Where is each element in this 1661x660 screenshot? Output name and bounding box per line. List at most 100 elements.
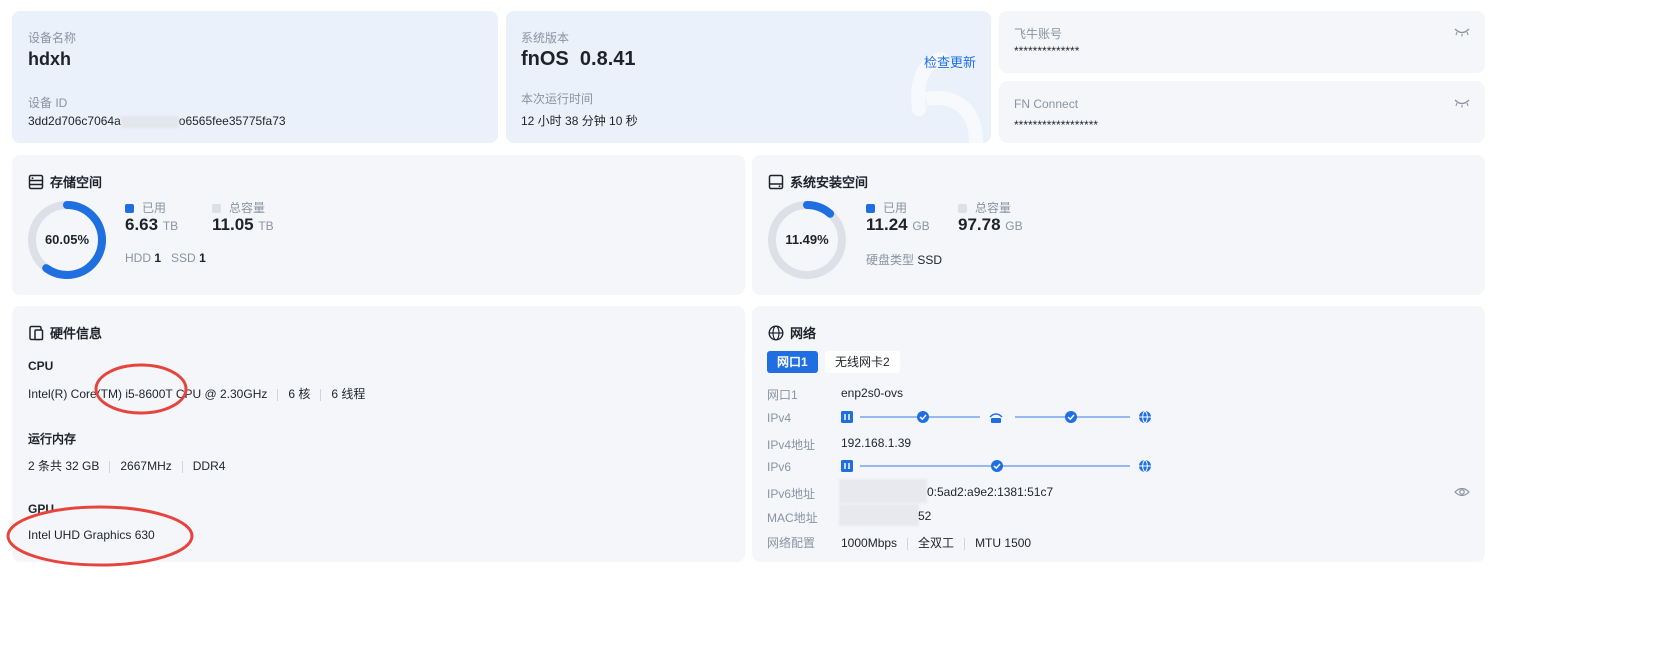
memory-speed: 2667MHz [120,459,172,473]
disk-type-value: SSD [917,253,943,267]
fnconnect-card: FN Connect ****************** [999,81,1485,143]
ipv4-address-value: 192.168.1.39 [841,436,912,450]
device-id: 3dd2d706c7064a o6565fee35775fa73 [28,114,286,128]
nic-icon [841,411,853,423]
storage-used-value: 6.63 TB [125,215,178,235]
ipv4-address-label: IPv4地址 [767,438,816,452]
cpu-info: Intel(R) Core(TM) i5-8600T CPU @ 2.30GHz… [28,385,365,402]
port-label: 网口1 [767,388,798,402]
network-config-value: 1000Mbps 全双工 MTU 1500 [841,534,1031,551]
sysdisk-percent: 11.49% [785,232,829,247]
gpu-model: Intel UHD Graphics 630 [28,528,155,542]
sysdisk-type: 硬盘类型 SSD [866,251,942,268]
redacted-block [839,479,927,503]
globe-icon [768,324,784,341]
device-id-suffix: o6565fee35775fa73 [178,114,286,128]
storage-total-legend: 总容量 [212,199,265,216]
eye-closed-icon[interactable] [1454,98,1470,108]
mac-address-value: 52 [918,509,932,523]
sysdisk-total-legend: 总容量 [958,199,1011,216]
fnconnect-value: ****************** [1014,118,1099,132]
sysdisk-used-unit: GB [912,219,930,233]
ipv6-address-label: IPv6地址 [767,487,816,501]
hdd-label: HDD [125,251,151,265]
storage-title-text: 存储空间 [50,175,103,190]
sysdisk-card: 系统安装空间 11.49% 已用 11.24 GB 总容量 97.78 GB 硬… [752,155,1485,295]
gpu-label: GPU [28,502,55,516]
disk-type-label: 硬盘类型 [866,253,915,267]
memory-size: 2 条共 32 GB [28,459,100,473]
ssd-label: SSD [171,251,196,265]
storage-card: 存储空间 60.05% 已用 6.63 TB 总容量 11.05 TB HDD … [12,155,745,295]
device-id-label: 设备 ID [28,96,68,110]
storage-used-legend: 已用 [125,199,166,216]
router-icon [989,413,1003,418]
storage-percent: 60.05% [44,232,90,247]
system-version: fnOS 0.8.41 [521,48,636,71]
sysdisk-total-number: 97.78 [958,215,1001,234]
os-version: 0.8.41 [579,48,636,70]
cpu-model: Intel(R) Core(TM) i5-8600T CPU @ 2.30GHz [28,387,268,401]
device-card: 设备名称 hdxh 设备 ID 3dd2d706c7064a o6565fee35… [12,11,498,143]
nic-icon [841,460,853,472]
check-icon [991,460,1003,472]
device-name-label: 设备名称 [28,31,77,45]
cpu-cores: 6 核 [288,387,311,401]
device-name: hdxh [28,49,71,69]
eye-closed-icon[interactable] [1454,27,1470,37]
storage-total-number: 11.05 [212,215,254,234]
port-value: enp2s0-ovs [841,386,904,400]
sysdisk-used-number: 11.24 [866,215,908,234]
sysdisk-used-value: 11.24 GB [866,215,930,235]
ssd-count: 1 [199,251,206,265]
feiniu-account-card: 飞牛账号 ************** [999,11,1485,73]
tab-wireless2[interactable]: 无线网卡2 [825,351,900,373]
hardware-title-text: 硬件信息 [50,326,103,341]
memory-label: 运行内存 [28,432,77,446]
storage-icon [28,174,44,189]
sysdisk-used-label: 已用 [883,201,908,215]
network-title-text: 网络 [790,326,817,341]
memory-info: 2 条共 32 GB 2667MHz DDR4 [28,457,225,474]
ipv6-label: IPv6 [767,460,792,474]
tab-port1[interactable]: 网口1 [767,351,818,373]
sysdisk-total-value: 97.78 GB [958,215,1023,235]
hardware-card: 硬件信息 CPU Intel(R) Core(TM) i5-8600T CPU … [12,306,745,562]
storage-total-value: 11.05 TB [212,215,274,235]
storage-total-unit: TB [258,219,274,233]
network-config-label: 网络配置 [767,536,816,550]
system-card: 系统版本 fnOS 0.8.41 检查更新 本次运行时间 12 小时 38 分钟… [506,11,991,143]
hardware-title: 硬件信息 [28,323,102,342]
ipv4-label: IPv4 [767,411,792,425]
redacted-block [839,504,919,526]
network-title: 网络 [768,323,816,342]
ipv6-topology [841,460,1151,472]
sysdisk-title-text: 系统安装空间 [790,175,869,190]
ipv4-topology [841,411,1151,423]
link-speed: 1000Mbps [841,536,898,550]
storage-used-unit: TB [162,219,179,233]
sysdisk-used-legend: 已用 [866,199,907,216]
uptime-value: 12 小时 38 分钟 10 秒 [521,114,638,128]
eye-icon[interactable] [1454,486,1470,498]
disk-icon [768,174,784,189]
cpu-threads: 6 线程 [331,387,366,401]
duplex-mode: 全双工 [918,536,955,550]
storage-used-number: 6.63 [125,215,159,234]
network-card: 网络 网口1 无线网卡2 网口1 enp2s0-ovs IPv4 IPv4地址 … [752,306,1485,562]
storage-title: 存储空间 [28,172,102,191]
feiniu-account-value: ************** [1014,44,1080,58]
storage-used-label: 已用 [142,201,167,215]
sysdisk-total-unit: GB [1005,219,1023,233]
mac-address-label: MAC地址 [767,511,818,525]
os-name: fnOS [521,48,569,70]
system-version-label: 系统版本 [521,31,570,45]
sysdisk-total-label: 总容量 [975,201,1012,215]
device-id-prefix: 3dd2d706c7064a [28,114,121,128]
ipv6-address-value: 0:5ad2:a9e2:1381:51c7 [927,485,1054,499]
storage-disk-counts: HDD 1 SSD 1 [125,251,206,265]
storage-total-label: 总容量 [229,201,266,215]
fnconnect-label: FN Connect [1014,97,1079,111]
check-update-link[interactable]: 检查更新 [924,52,976,71]
hdd-count: 1 [154,251,162,265]
